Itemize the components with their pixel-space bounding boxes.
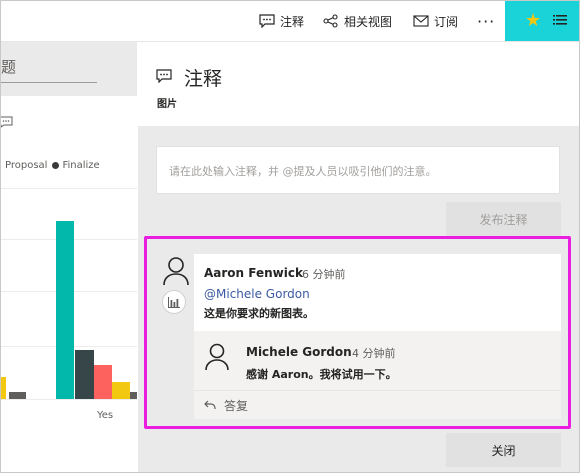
top-toolbar: 注释 相关视图 订阅 ··· ★ [1, 1, 579, 42]
reply-item: Michele Gordon 4 分钟前 感谢 Aaron。我将试用一下。 [194, 331, 561, 390]
subscribe-button[interactable]: 订阅 [413, 1, 458, 41]
reply-button-label: 答复 [224, 398, 249, 413]
share-nodes-icon [323, 14, 338, 28]
related-views-label: 相关视图 [344, 14, 393, 29]
reply-button[interactable]: 答复 [194, 390, 561, 419]
chart-bar [75, 350, 94, 399]
comments-pane-header: 注释 图片 [138, 42, 579, 126]
report-canvas: 题 Proposal Finalize Yes [1, 42, 137, 472]
more-options-button[interactable]: ··· [477, 1, 495, 41]
legend-item-proposal: Proposal [5, 160, 48, 171]
chart-bar [130, 392, 137, 399]
person-avatar-icon [163, 257, 189, 286]
thread-sidebar [158, 254, 194, 418]
comment-item: Aaron Fenwick 6 分钟前 @Michele Gordon 这是你要… [194, 254, 561, 331]
legend-dot-icon [52, 162, 60, 169]
reply-author: Michele Gordon [246, 345, 352, 359]
chart-visual[interactable]: Proposal Finalize Yes [1, 96, 137, 472]
pane-subtitle: 图片 [157, 99, 177, 110]
app-frame: 注释 相关视图 订阅 ··· ★ 题 Proposal Finalize Yes… [0, 0, 580, 473]
comments-button[interactable]: 注释 [259, 1, 304, 41]
comment-thread: Aaron Fenwick 6 分钟前 @Michele Gordon 这是你要… [158, 254, 561, 419]
chart-badge[interactable] [162, 290, 186, 314]
related-views-button[interactable]: 相关视图 [323, 1, 392, 41]
chart-bar [94, 365, 112, 399]
comment-icon [156, 69, 172, 83]
comment-input[interactable]: 请在此处输入注释，并 @提及人员以吸引他们的注意。 [156, 146, 560, 194]
mail-icon [413, 15, 429, 27]
subscribe-label: 订阅 [434, 14, 459, 29]
chart-bar [56, 221, 74, 399]
comments-button-label: 注释 [280, 14, 305, 29]
chart-bar [1, 377, 6, 399]
reply-timestamp: 4 分钟前 [352, 347, 396, 360]
comment-timestamp: 6 分钟前 [302, 268, 346, 281]
comment-icon [259, 14, 275, 28]
close-button[interactable]: 关闭 [446, 433, 561, 467]
star-icon[interactable]: ★ [525, 10, 541, 32]
gridline [1, 188, 137, 189]
favorites-toolbar: ★ [505, 1, 579, 41]
comment-text: 这是你要求的新图表。 [204, 307, 314, 320]
pane-title: 注释 [184, 68, 223, 90]
comment-author: Aaron Fenwick [204, 266, 303, 280]
post-comment-button[interactable]: 发布注释 [446, 202, 561, 236]
legend-item-finalize: Finalize [62, 160, 100, 171]
chart-bar [9, 392, 26, 399]
person-avatar-icon [205, 343, 229, 371]
chart-legend: Proposal Finalize [5, 160, 100, 171]
list-icon[interactable] [553, 13, 567, 27]
bar-chart-icon [168, 296, 180, 308]
x-tick-label: Yes [97, 410, 114, 421]
title-underline [1, 82, 97, 83]
mention-link[interactable]: @Michele Gordon [204, 287, 310, 301]
chart-bar [112, 382, 130, 399]
comments-pane: 注释 图片 请在此处输入注释，并 @提及人员以吸引他们的注意。 发布注释 Aar… [138, 42, 579, 472]
gridline [1, 399, 137, 400]
reply-arrow-icon [204, 400, 216, 409]
report-title: 题 [1, 58, 17, 76]
comment-icon [1, 116, 13, 128]
reply-text: 感谢 Aaron。我将试用一下。 [246, 368, 397, 381]
